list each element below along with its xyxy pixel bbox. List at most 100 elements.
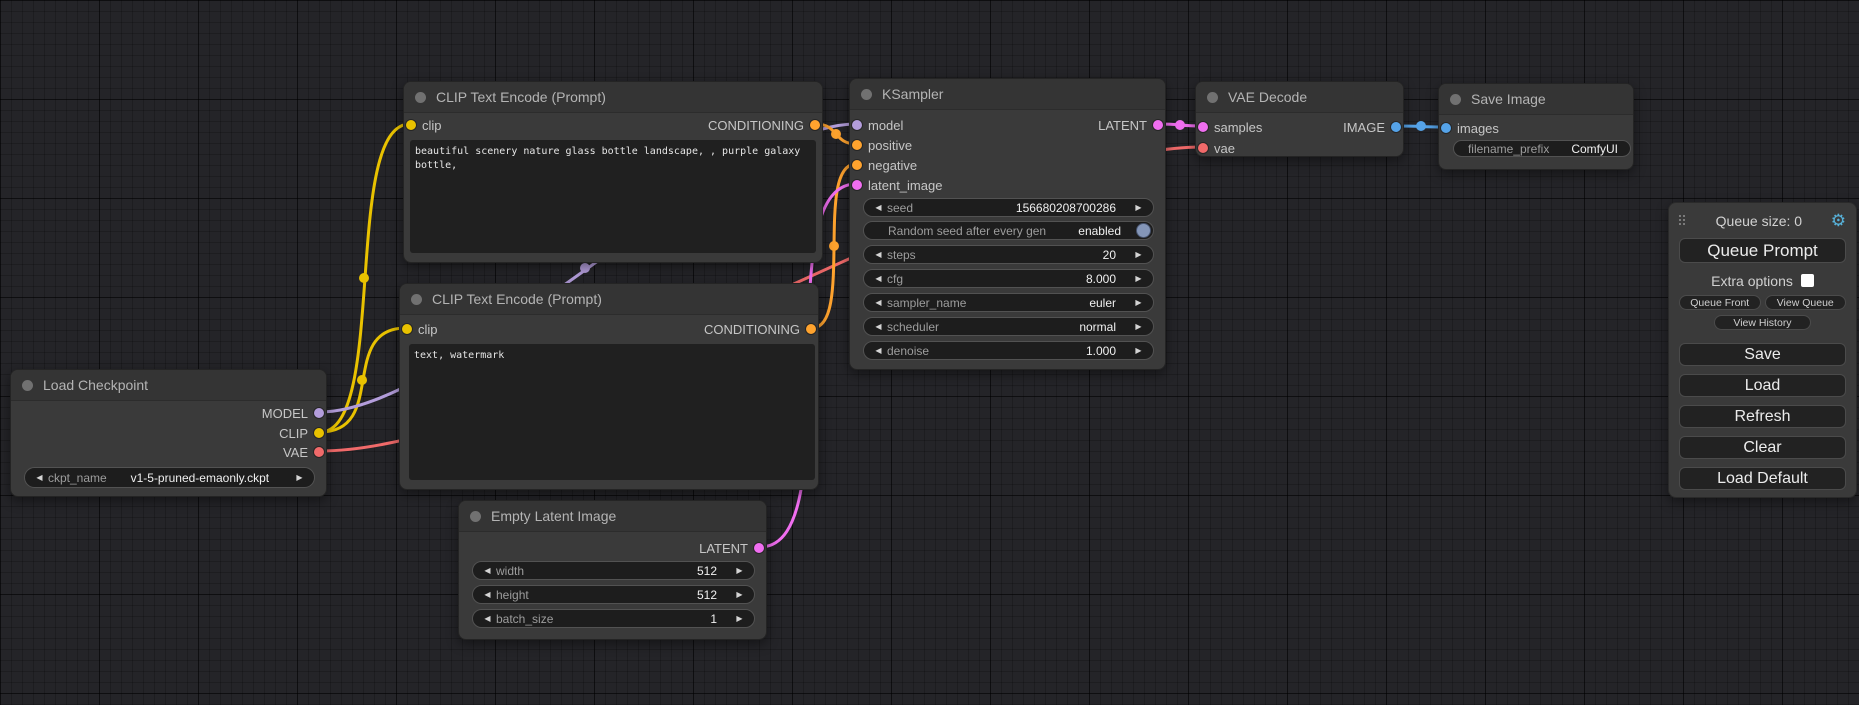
- widget-label: Random seed after every gen: [888, 224, 1046, 238]
- refresh-button[interactable]: Refresh: [1679, 405, 1846, 428]
- latent_image-input-port[interactable]: [852, 180, 862, 190]
- prompt-textarea[interactable]: beautiful scenery nature glass bottle la…: [410, 140, 816, 253]
- decrement-arrow-icon[interactable]: ◀: [872, 250, 885, 259]
- node-header: VAE Decode: [1196, 82, 1403, 113]
- increment-arrow-icon[interactable]: ▶: [1132, 250, 1145, 259]
- images-input-port[interactable]: [1441, 123, 1451, 133]
- decrement-arrow-icon[interactable]: ◀: [481, 614, 494, 623]
- collapse-dot[interactable]: [861, 89, 872, 100]
- widget-value: normal: [1079, 320, 1116, 334]
- negative-input: negative: [850, 155, 1165, 175]
- decrement-arrow-icon[interactable]: ◀: [872, 322, 885, 331]
- node-empty-latent-image[interactable]: Empty Latent ImageLATENT◀width512▶◀heigh…: [458, 500, 767, 640]
- widget-ckpt_name[interactable]: ◀ckpt_namev1-5-pruned-emaonly.ckpt▶: [24, 467, 315, 488]
- increment-arrow-icon[interactable]: ▶: [733, 590, 746, 599]
- collapse-dot[interactable]: [22, 380, 33, 391]
- clear-button[interactable]: Clear: [1679, 436, 1846, 459]
- widget-cfg[interactable]: ◀cfg8.000▶: [863, 269, 1154, 288]
- widget-width[interactable]: ◀width512▶: [472, 561, 755, 580]
- decrement-arrow-icon[interactable]: ◀: [481, 590, 494, 599]
- increment-arrow-icon[interactable]: ▶: [1132, 274, 1145, 283]
- port-label: latent_image: [868, 178, 942, 193]
- vae-input: vae: [1196, 138, 1403, 158]
- node-ksampler[interactable]: KSamplermodelpositivenegativelatent_imag…: [849, 78, 1166, 370]
- decrement-arrow-icon[interactable]: ◀: [872, 298, 885, 307]
- node-title: Empty Latent Image: [491, 508, 616, 524]
- widget-denoise[interactable]: ◀denoise 1.000 ▶: [863, 341, 1154, 360]
- save-button[interactable]: Save: [1679, 343, 1846, 366]
- VAE-output-port[interactable]: [314, 447, 324, 457]
- widget-sampler_name[interactable]: ◀sampler_nameeuler▶: [863, 293, 1154, 312]
- CONDITIONING-output: CONDITIONING: [400, 319, 818, 339]
- queue-front-button[interactable]: Queue Front: [1679, 295, 1761, 310]
- port-label: IMAGE: [1343, 120, 1385, 135]
- increment-arrow-icon[interactable]: ▶: [733, 566, 746, 575]
- widget-label: denoise: [887, 344, 929, 358]
- widget-label: cfg: [887, 272, 903, 286]
- link-midpoint-dot: [1175, 120, 1185, 130]
- CONDITIONING-output: CONDITIONING: [404, 115, 822, 135]
- widget-value: 20: [1103, 248, 1116, 262]
- widget-label: scheduler: [887, 320, 939, 334]
- node-vae-decode[interactable]: VAE DecodesamplesvaeIMAGE: [1195, 81, 1404, 157]
- node-save-image[interactable]: Save Imageimagesfilename_prefixComfyUI: [1438, 83, 1634, 170]
- decrement-arrow-icon[interactable]: ◀: [872, 203, 885, 212]
- widget-label: filename_prefix: [1468, 142, 1549, 156]
- decrement-arrow-icon[interactable]: ◀: [33, 473, 46, 482]
- vae-input-port[interactable]: [1198, 143, 1208, 153]
- node-clip-text-encode-negative[interactable]: CLIP Text Encode (Prompt)clipCONDITIONIN…: [399, 283, 819, 490]
- decrement-arrow-icon[interactable]: ◀: [872, 274, 885, 283]
- widget-value: 1.000: [1086, 344, 1116, 358]
- port-label: CONDITIONING: [708, 118, 804, 133]
- increment-arrow-icon[interactable]: ▶: [1132, 203, 1145, 212]
- queue-prompt-button[interactable]: Queue Prompt: [1679, 238, 1846, 263]
- MODEL-output-port[interactable]: [314, 408, 324, 418]
- widget-steps[interactable]: ◀steps20▶: [863, 245, 1154, 264]
- port-label: CONDITIONING: [704, 322, 800, 337]
- LATENT-output-port[interactable]: [1153, 120, 1163, 130]
- LATENT-output-port[interactable]: [754, 543, 764, 553]
- widget-value: 512: [697, 564, 717, 578]
- IMAGE-output-port[interactable]: [1391, 122, 1401, 132]
- increment-arrow-icon[interactable]: ▶: [1132, 346, 1145, 355]
- increment-arrow-icon[interactable]: ▶: [733, 614, 746, 623]
- load-default-button[interactable]: Load Default: [1679, 467, 1846, 490]
- collapse-dot[interactable]: [1450, 94, 1461, 105]
- settings-gear-icon[interactable]: ⚙: [1831, 213, 1846, 229]
- node-header: Empty Latent Image: [459, 501, 766, 532]
- CLIP-output-port[interactable]: [314, 428, 324, 438]
- increment-arrow-icon[interactable]: ▶: [293, 473, 306, 482]
- port-label: vae: [1214, 141, 1235, 156]
- collapse-dot[interactable]: [1207, 92, 1218, 103]
- widget-height[interactable]: ◀height512▶: [472, 585, 755, 604]
- widget-value: 512: [697, 588, 717, 602]
- collapse-dot[interactable]: [415, 92, 426, 103]
- MODEL-output: MODEL: [11, 403, 326, 423]
- CONDITIONING-output-port[interactable]: [810, 120, 820, 130]
- CONDITIONING-output-port[interactable]: [806, 324, 816, 334]
- decrement-arrow-icon[interactable]: ◀: [481, 566, 494, 575]
- node-clip-text-encode-positive[interactable]: CLIP Text Encode (Prompt)clipCONDITIONIN…: [403, 81, 823, 263]
- widget-seed[interactable]: ◀seed156680208700286▶: [863, 198, 1154, 217]
- view-history-button[interactable]: View History: [1714, 315, 1811, 330]
- load-button[interactable]: Load: [1679, 374, 1846, 397]
- drag-handle-icon[interactable]: [1679, 215, 1687, 227]
- prompt-textarea[interactable]: text, watermark: [409, 344, 815, 480]
- decrement-arrow-icon[interactable]: ◀: [872, 346, 885, 355]
- collapse-dot[interactable]: [411, 294, 422, 305]
- negative-input-port[interactable]: [852, 160, 862, 170]
- increment-arrow-icon[interactable]: ▶: [1132, 298, 1145, 307]
- extra-options-checkbox[interactable]: [1801, 274, 1814, 287]
- node-load-checkpoint[interactable]: Load CheckpointMODELCLIPVAE◀ckpt_namev1-…: [10, 369, 327, 497]
- widget-random-seed-after-every-gen[interactable]: Random seed after every genenabled: [863, 221, 1154, 240]
- widget-batch_size[interactable]: ◀batch_size1▶: [472, 609, 755, 628]
- toggle-knob-icon[interactable]: [1136, 223, 1151, 238]
- increment-arrow-icon[interactable]: ▶: [1132, 322, 1145, 331]
- collapse-dot[interactable]: [470, 511, 481, 522]
- widget-scheduler[interactable]: ◀scheduler normal ▶: [863, 317, 1154, 336]
- positive-input-port[interactable]: [852, 140, 862, 150]
- view-queue-button[interactable]: View Queue: [1765, 295, 1847, 310]
- port-label: LATENT: [1098, 118, 1147, 133]
- widget-filename_prefix[interactable]: filename_prefixComfyUI: [1453, 140, 1631, 157]
- node-header: KSampler: [850, 79, 1165, 110]
